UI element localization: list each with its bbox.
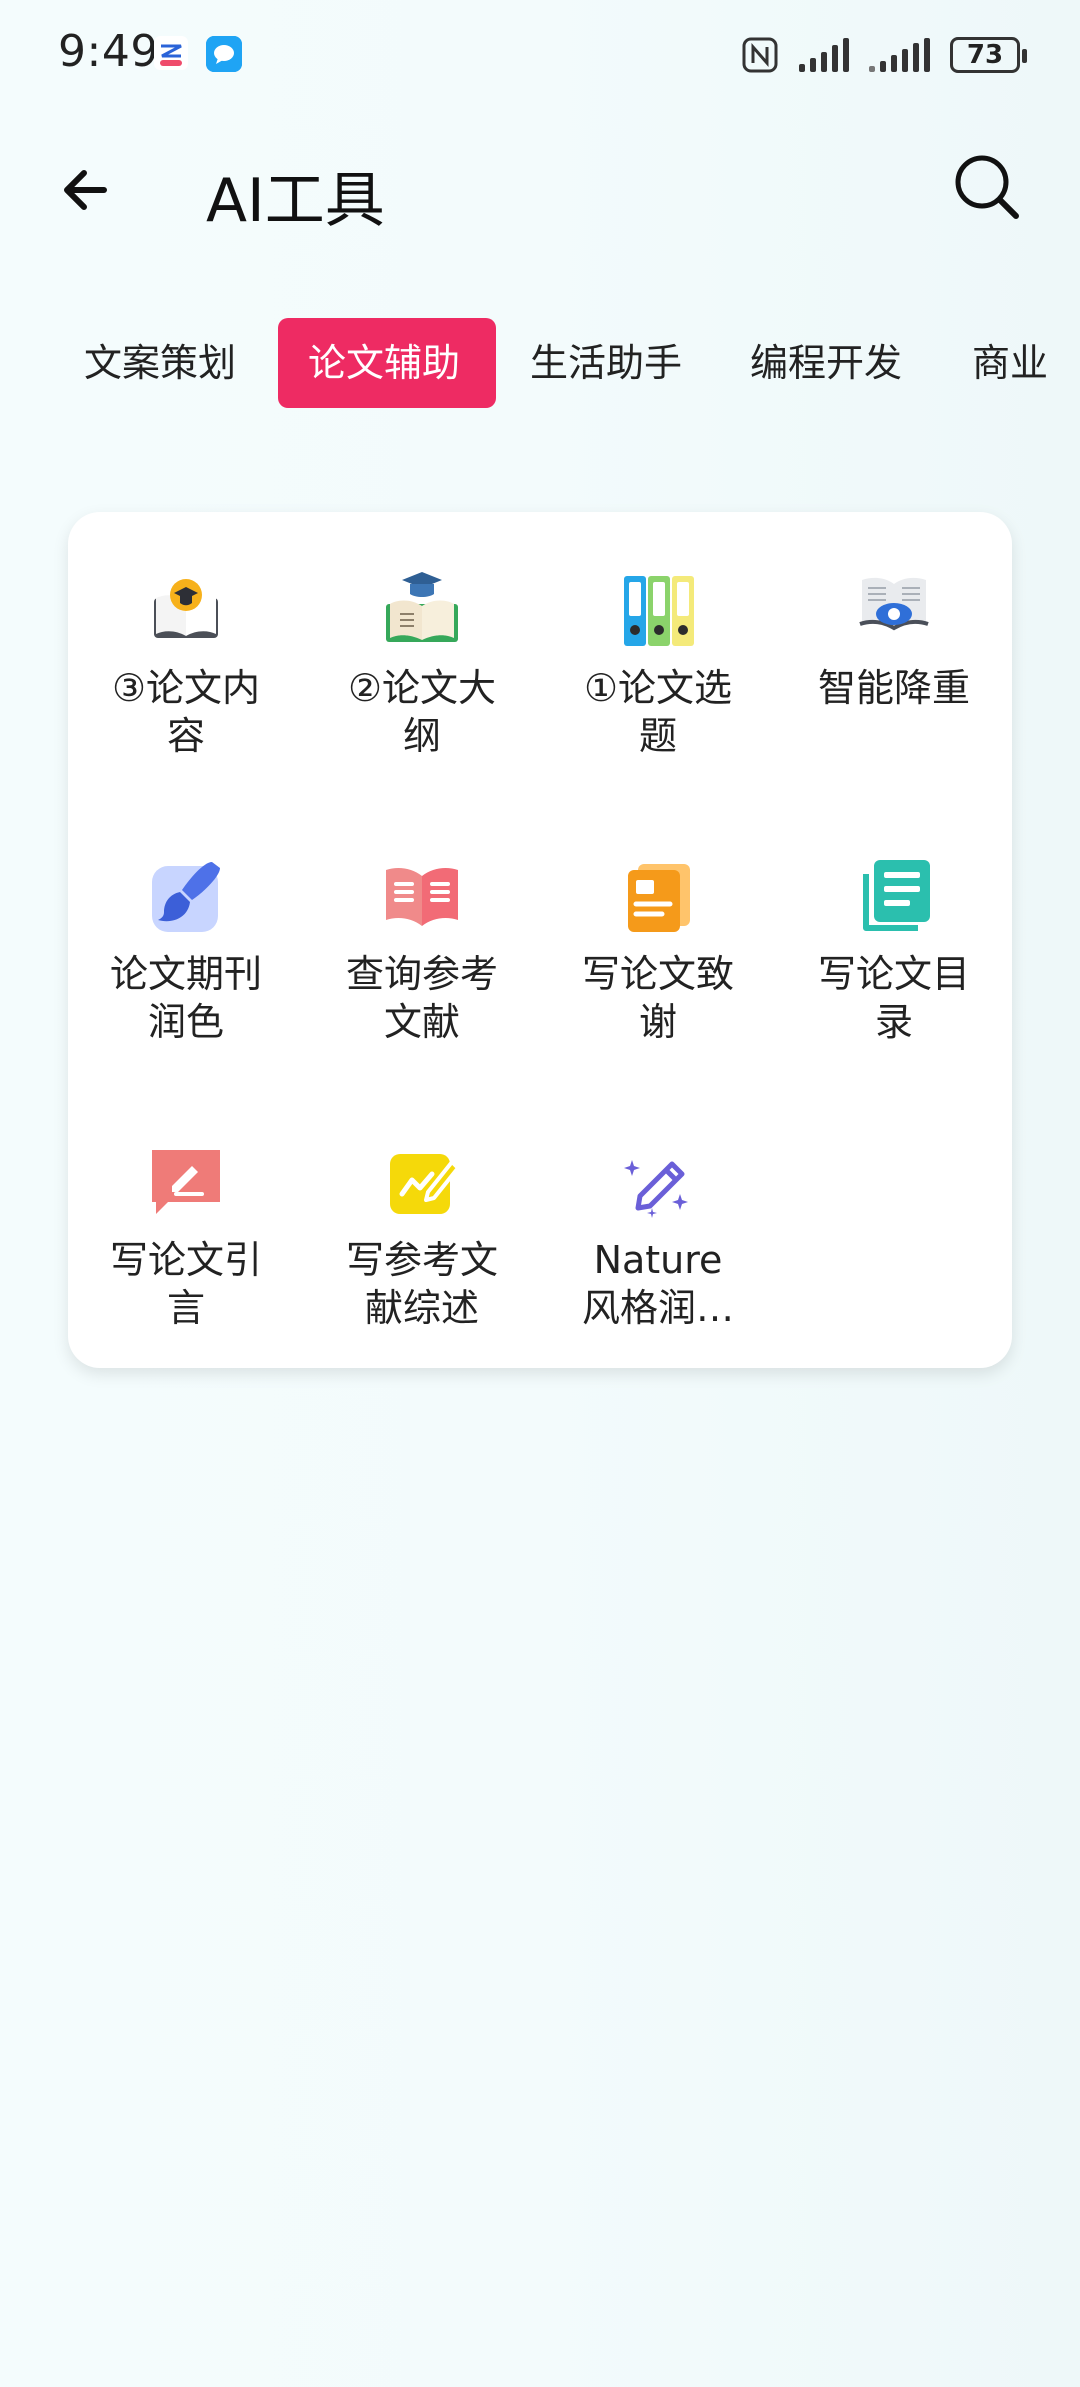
category-tabs: 文案策划 论文辅助 生活助手 编程开发 商业 [0,318,1080,410]
tool-label-line-1: Nature [593,1238,723,1282]
tool-label-line-1: ③论文内 [111,666,261,710]
tool-label-line-2: 录 [874,1000,913,1044]
tool-label: 智能降重 [776,664,1012,712]
binders-icon [624,576,694,646]
book-graduate-icon [154,579,218,638]
tool-label: ②论文大 纲 [304,664,540,760]
tool-label-line-2: 题 [638,714,677,758]
tool-label-line-2: 纲 [402,714,441,758]
tool-label-line-1: ①论文选 [583,666,733,710]
pen-bubble-icon [152,1150,220,1214]
tool-item-lunwen-mulu[interactable]: 写论文目 录 [776,798,1012,1084]
tool-label-line-1: 写论文目 [817,952,970,996]
paintbrush-icon [152,862,220,932]
tool-item-lunwen-dagang[interactable]: ②论文大 纲 [304,512,540,798]
tool-item-lunwen-xuanti[interactable]: ①论文选 题 [540,512,776,798]
stacked-document-icon [863,860,930,931]
battery-level: 73 [966,40,1004,70]
tool-label: 写论文引 言 [68,1236,304,1332]
signal-strength-icon-2 [869,38,930,72]
tool-label-line-1: 论文期刊 [109,952,262,996]
page-title: AI工具 [206,166,385,236]
tool-item-lunwen-neirong[interactable]: ③论文内 容 [68,512,304,798]
tab-wenan[interactable]: 文案策划 [54,318,270,408]
battery-indicator: 73 [950,37,1027,73]
tool-item-qikan-runse[interactable]: 论文期刊 润色 [68,798,304,1084]
tool-label: ③论文内 容 [68,664,304,760]
tool-label-line-1: 查询参考 [345,952,498,996]
tool-label: 查询参考 文献 [304,950,540,1046]
tab-shenghuo[interactable]: 生活助手 [500,318,716,408]
tool-label: 写参考文 献综述 [304,1236,540,1332]
tool-label-line-2: 谢 [638,1000,677,1044]
document-card-icon [628,864,690,932]
cloud-app-icon [154,36,188,70]
tool-item-nature-runse[interactable]: Nature 风格润… [540,1084,776,1370]
tool-item-chaxun-wenxian[interactable]: 查询参考 文献 [304,798,540,1084]
tab-lunwen[interactable]: 论文辅助 [278,318,496,408]
tool-label-line-2: 献综述 [364,1286,479,1330]
tool-label-line-2: 容 [166,714,205,758]
message-app-icon [206,36,242,72]
tools-card: ③论文内 容 ②论文大 纲 ①论文选 题 智能降重 论文期刊 润色 查询参考 文… [68,512,1012,1368]
tab-shangye[interactable]: 商业 [942,318,1080,408]
edit-note-icon [390,1154,460,1214]
tool-label: 论文期刊 润色 [68,950,304,1046]
tool-label-line-1: 智能降重 [817,666,970,710]
eye-book-icon [859,577,929,631]
status-bar: 9:49 73 [0,0,1080,110]
tool-label-line-2: 润色 [147,1000,224,1044]
tool-label: 写论文目 录 [776,950,1012,1046]
graduate-book-icon [386,572,458,642]
tool-label: 写论文致 谢 [540,950,776,1046]
signal-strength-icon-1 [799,38,849,72]
tool-label-line-1: ②论文大 [347,666,497,710]
tool-label-line-2: 风格润… [581,1286,734,1330]
tool-label-line-1: 写论文致 [581,952,734,996]
tool-item-lunwen-yinyan[interactable]: 写论文引 言 [68,1084,304,1370]
tool-label-line-2: 文献 [383,1000,460,1044]
tool-label-line-1: 写论文引 [109,1238,262,1282]
tool-label-line-2: 言 [166,1286,205,1330]
nfc-icon [742,37,778,73]
back-arrow-icon[interactable] [56,160,116,220]
tool-label: Nature 风格润… [540,1236,776,1332]
sparkle-pencil-icon [624,1160,688,1218]
tool-item-zhineng-jiangchong[interactable]: 智能降重 [776,512,1012,798]
tool-label: ①论文选 题 [540,664,776,760]
app-header: AI工具 [0,120,1080,260]
status-time: 9:49 [58,26,159,77]
open-book-icon [386,868,458,926]
search-icon[interactable] [952,152,1022,222]
tool-item-lunwen-zhixie[interactable]: 写论文致 谢 [540,798,776,1084]
status-indicators: 73 [741,30,1027,80]
tool-label-line-1: 写参考文 [345,1238,498,1282]
tab-biancheng[interactable]: 编程开发 [720,318,936,408]
tool-item-wenxian-zongshu[interactable]: 写参考文 献综述 [304,1084,540,1370]
